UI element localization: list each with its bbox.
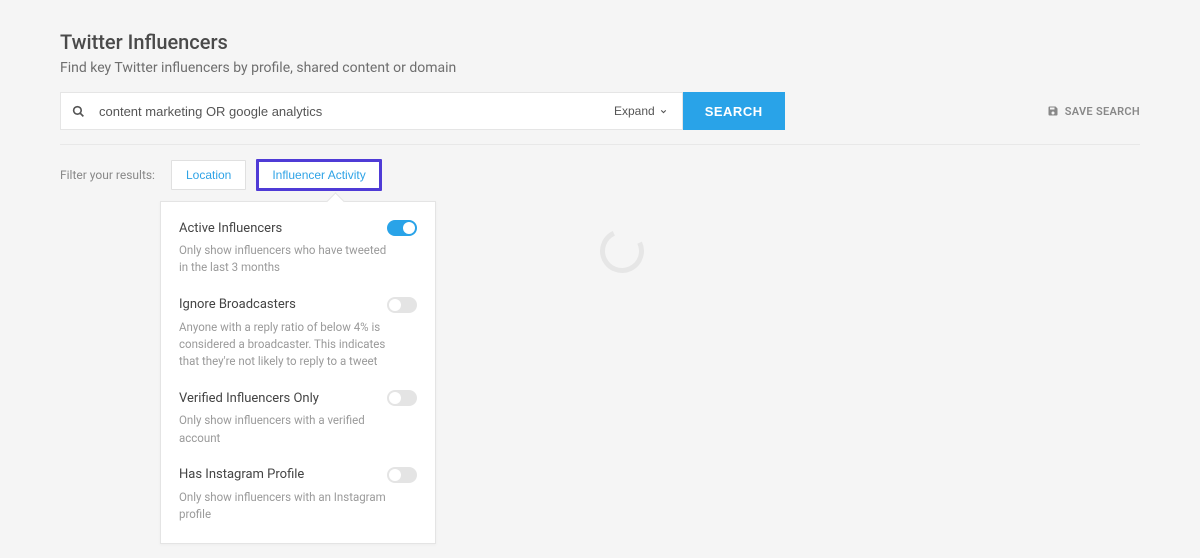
divider [60,144,1140,145]
search-input[interactable] [95,104,600,119]
option-title: Verified Influencers Only [179,391,319,406]
save-search-button[interactable]: SAVE SEARCH [1047,92,1140,130]
option-desc: Only show influencers with an Instagram … [179,489,389,524]
expand-label: Expand [614,104,655,118]
option-has-instagram: Has Instagram Profile Only show influenc… [179,467,417,524]
option-desc: Anyone with a reply ratio of below 4% is… [179,319,389,371]
option-desc: Only show influencers who have tweeted i… [179,242,389,277]
page-subtitle: Find key Twitter influencers by profile,… [60,60,1140,76]
option-active-influencers: Active Influencers Only show influencers… [179,220,417,277]
option-title: Active Influencers [179,221,282,236]
filter-label: Filter your results: [60,168,155,182]
toggle-active-influencers[interactable] [387,220,417,236]
option-title: Has Instagram Profile [179,467,304,482]
toggle-ignore-broadcasters[interactable] [387,297,417,313]
search-box [60,92,600,130]
option-verified-only: Verified Influencers Only Only show infl… [179,390,417,447]
filter-row: Filter your results: Location Influencer… [60,159,1140,191]
loading-spinner [594,223,650,279]
search-row: Expand SEARCH SAVE SEARCH [60,92,1140,130]
option-title: Ignore Broadcasters [179,297,296,312]
toggle-has-instagram[interactable] [387,467,417,483]
save-search-label: SAVE SEARCH [1065,105,1140,118]
search-icon [61,105,95,118]
tab-influencer-activity[interactable]: Influencer Activity [256,159,381,191]
expand-button[interactable]: Expand [600,92,683,130]
option-desc: Only show influencers with a verified ac… [179,412,389,447]
tab-location[interactable]: Location [171,160,246,190]
influencer-activity-panel: Active Influencers Only show influencers… [160,201,436,544]
save-icon [1047,105,1059,117]
page-title: Twitter Influencers [60,30,1140,54]
toggle-verified-only[interactable] [387,390,417,406]
search-button[interactable]: SEARCH [683,92,785,130]
option-ignore-broadcasters: Ignore Broadcasters Anyone with a reply … [179,297,417,371]
chevron-down-icon [659,107,668,116]
